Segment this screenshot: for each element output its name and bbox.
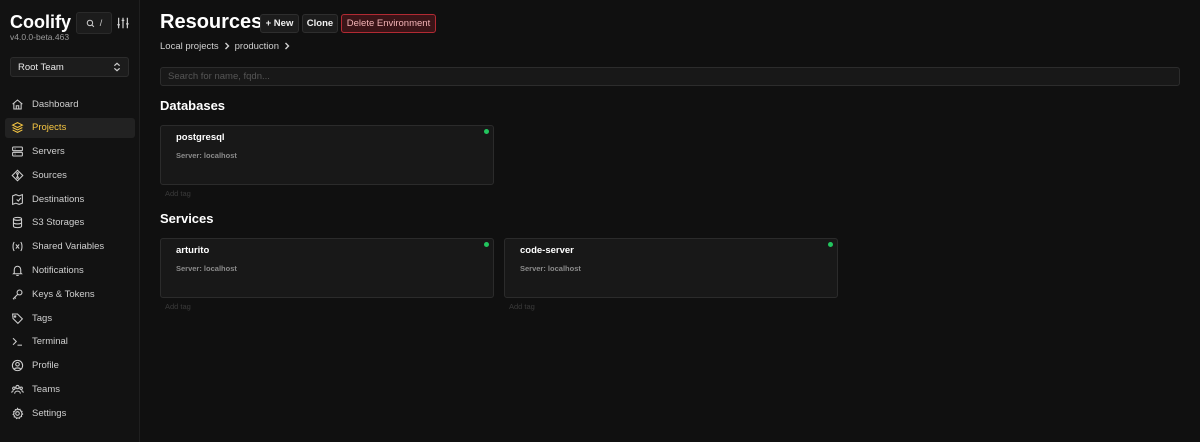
sidebar-item-shared-variables[interactable]: Shared Variables bbox=[5, 237, 135, 257]
sidebar-item-label: Destinations bbox=[32, 193, 85, 205]
page-title: Resources bbox=[160, 11, 263, 33]
resource-name: arturito bbox=[176, 245, 210, 256]
team-select-value: Root Team bbox=[18, 61, 64, 73]
app-version: v4.0.0-beta.463 bbox=[10, 32, 70, 42]
database-icon bbox=[12, 217, 23, 229]
search-shortcut-label: / bbox=[99, 18, 103, 28]
users-icon bbox=[11, 384, 24, 394]
home-icon bbox=[12, 98, 23, 109]
sidebar-item-sources[interactable]: Sources bbox=[5, 165, 135, 185]
variable-icon bbox=[12, 241, 23, 252]
sidebar-item-label: Shared Variables bbox=[32, 241, 105, 253]
sidebar-item-label: Servers bbox=[32, 146, 65, 158]
sidebar-item-label: Teams bbox=[32, 384, 60, 396]
server-icon bbox=[12, 146, 23, 157]
sidebar-nav: Dashboard Projects Servers Sources Desti… bbox=[5, 94, 135, 427]
clone-button[interactable]: Clone bbox=[302, 14, 338, 33]
sidebar-item-label: Projects bbox=[32, 122, 67, 134]
sidebar-item-profile[interactable]: Profile bbox=[5, 356, 135, 376]
add-tag-link[interactable]: Add tag bbox=[509, 302, 535, 311]
search-icon bbox=[86, 19, 94, 27]
status-running-indicator bbox=[484, 242, 489, 247]
sliders-icon[interactable] bbox=[116, 16, 130, 30]
team-select[interactable]: Root Team bbox=[10, 57, 129, 77]
resource-card-arturito[interactable]: arturito Server: localhost bbox=[160, 238, 494, 298]
resource-server: Server: localhost bbox=[520, 264, 581, 273]
sidebar-item-label: Dashboard bbox=[32, 98, 79, 110]
sidebar-item-projects[interactable]: Projects bbox=[5, 117, 135, 138]
chevron-right-icon bbox=[285, 42, 290, 50]
sidebar-item-teams[interactable]: Teams bbox=[5, 380, 135, 400]
sidebar-item-label: Terminal bbox=[32, 336, 68, 348]
breadcrumb-project[interactable]: Local projects bbox=[160, 41, 219, 52]
section-title-services: Services bbox=[160, 211, 214, 226]
sidebar-item-dashboard[interactable]: Dashboard bbox=[5, 94, 135, 114]
bell-icon bbox=[12, 265, 23, 277]
chevron-right-icon bbox=[224, 42, 230, 50]
breadcrumb: Local projects production bbox=[160, 40, 291, 52]
chevron-up-down-icon bbox=[113, 62, 121, 72]
status-running-indicator bbox=[828, 242, 833, 247]
sidebar-item-label: Notifications bbox=[32, 265, 84, 277]
section-title-databases: Databases bbox=[160, 98, 226, 113]
resource-server: Server: localhost bbox=[176, 151, 237, 160]
tag-icon bbox=[12, 313, 24, 324]
resource-name: code-server bbox=[520, 245, 574, 256]
git-icon bbox=[11, 169, 24, 182]
sidebar-item-settings[interactable]: Settings bbox=[5, 403, 135, 423]
sidebar-item-servers[interactable]: Servers bbox=[5, 142, 135, 162]
add-tag-link[interactable]: Add tag bbox=[165, 189, 191, 198]
sidebar-item-label: S3 Storages bbox=[32, 217, 85, 229]
new-resource-button[interactable]: + New bbox=[260, 14, 299, 33]
gear-icon bbox=[12, 407, 24, 420]
resource-server: Server: localhost bbox=[176, 264, 237, 273]
destination-icon bbox=[12, 193, 23, 205]
resource-search-input[interactable] bbox=[160, 67, 1180, 86]
resource-card-code-server[interactable]: code-server Server: localhost bbox=[504, 238, 838, 298]
sidebar-item-label: Settings bbox=[32, 407, 67, 419]
sidebar-item-terminal[interactable]: Terminal bbox=[5, 332, 135, 352]
layers-icon bbox=[11, 122, 24, 134]
sidebar: Coolify v4.0.0-beta.463 / Root Team Dash… bbox=[0, 0, 140, 442]
sidebar-item-notifications[interactable]: Notifications bbox=[5, 261, 135, 281]
resource-card-postgresql[interactable]: postgresql Server: localhost bbox=[160, 125, 494, 185]
sidebar-item-s3-storages[interactable]: S3 Storages bbox=[5, 213, 135, 233]
app-logo[interactable]: Coolify bbox=[10, 12, 71, 33]
sidebar-item-tags[interactable]: Tags bbox=[5, 308, 135, 328]
breadcrumb-environment[interactable]: production bbox=[235, 41, 279, 52]
key-icon bbox=[12, 289, 23, 300]
resource-name: postgresql bbox=[176, 132, 225, 143]
sidebar-item-label: Tags bbox=[32, 312, 53, 324]
status-running-indicator bbox=[484, 129, 489, 134]
user-icon bbox=[11, 360, 24, 372]
sidebar-item-label: Keys & Tokens bbox=[32, 288, 95, 300]
add-tag-link[interactable]: Add tag bbox=[165, 302, 191, 311]
delete-environment-button[interactable]: Delete Environment bbox=[341, 14, 436, 33]
sidebar-item-destinations[interactable]: Destinations bbox=[5, 189, 135, 209]
sidebar-item-label: Profile bbox=[32, 360, 59, 372]
global-search-button[interactable]: / bbox=[76, 12, 112, 34]
sidebar-item-label: Sources bbox=[32, 169, 67, 181]
terminal-icon bbox=[12, 338, 22, 347]
sidebar-item-keys-tokens[interactable]: Keys & Tokens bbox=[5, 284, 135, 304]
